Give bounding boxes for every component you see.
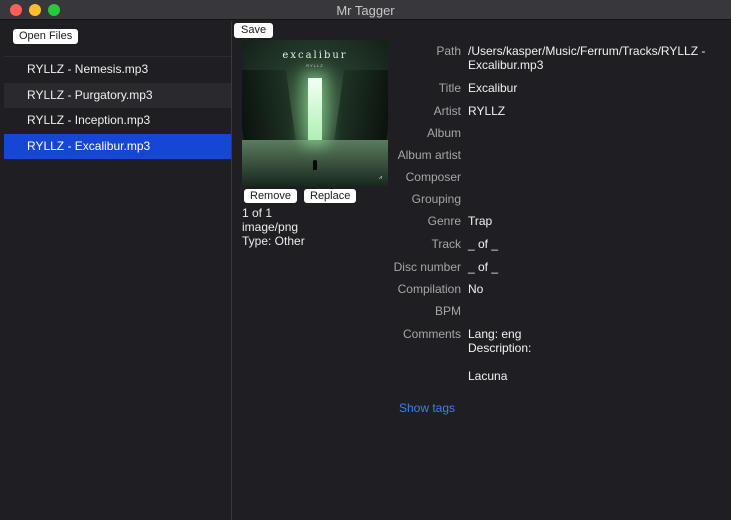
tag-editor: Save excalibur RYLLZ ⩘ Remove Replace 1 …	[232, 21, 731, 520]
window-title: Mr Tagger	[336, 3, 395, 18]
cover-light-beam	[308, 78, 322, 140]
tag-value-compilation[interactable]: No	[468, 282, 728, 296]
tag-value-comments[interactable]: Lang: eng Description: Lacuna	[468, 327, 728, 383]
album-artwork: excalibur RYLLZ ⩘	[242, 40, 388, 186]
title-bar: Mr Tagger	[0, 0, 731, 20]
tag-label-path: Path	[436, 44, 461, 58]
tag-label-title: Title	[438, 81, 461, 95]
cover-title: excalibur	[282, 50, 348, 61]
tag-label-album-artist: Album artist	[397, 148, 461, 162]
replace-artwork-button[interactable]: Replace	[304, 189, 357, 203]
tag-value-title[interactable]: Excalibur	[468, 81, 728, 95]
tag-value-disc-number[interactable]: _ of _	[468, 260, 728, 274]
file-list: RYLLZ - Nemesis.mp3 RYLLZ - Purgatory.mp…	[4, 56, 231, 517]
tag-label-track: Track	[431, 237, 461, 251]
file-list-item[interactable]: RYLLZ - Inception.mp3	[4, 108, 231, 134]
tag-label-grouping: Grouping	[411, 192, 461, 206]
show-tags-link[interactable]: Show tags	[399, 401, 455, 415]
sidebar: Open Files RYLLZ - Nemesis.mp3 RYLLZ - P…	[0, 21, 232, 520]
cover-logo-icon: ⩘	[378, 175, 382, 181]
tag-label-bpm: BPM	[434, 304, 461, 318]
tag-label-artist: Artist	[433, 104, 461, 118]
tag-value-genre[interactable]: Trap	[468, 214, 728, 228]
tag-label-compilation: Compilation	[397, 282, 461, 296]
file-list-item[interactable]: RYLLZ - Nemesis.mp3	[4, 57, 231, 83]
tag-label-composer: Composer	[405, 170, 461, 184]
tag-value-path[interactable]: /Users/kasper/Music/Ferrum/Tracks/RYLLZ …	[468, 44, 728, 72]
artwork-index: 1 of 1	[242, 206, 273, 220]
tag-value-artist[interactable]: RYLLZ	[468, 104, 728, 118]
artwork-info: 1 of 1 image/png Type: Other	[242, 206, 305, 248]
tag-label-genre: Genre	[427, 214, 461, 228]
cover-figure	[313, 160, 317, 170]
file-list-item[interactable]: RYLLZ - Purgatory.mp3	[4, 82, 231, 108]
artwork-type: Type: Other	[242, 234, 305, 248]
tag-value-track[interactable]: _ of _	[468, 237, 728, 251]
tag-label-comments: Comments	[402, 327, 461, 341]
file-list-item-selected[interactable]: RYLLZ - Excalibur.mp3	[4, 133, 231, 159]
tag-label-disc-number: Disc number	[393, 260, 461, 274]
remove-artwork-button[interactable]: Remove	[244, 189, 297, 203]
tag-label-album: Album	[426, 126, 461, 140]
open-files-button[interactable]: Open Files	[13, 29, 79, 44]
cover-subtitle: RYLLZ	[306, 63, 324, 68]
artwork-mime: image/png	[242, 220, 299, 234]
save-button[interactable]: Save	[234, 23, 274, 38]
